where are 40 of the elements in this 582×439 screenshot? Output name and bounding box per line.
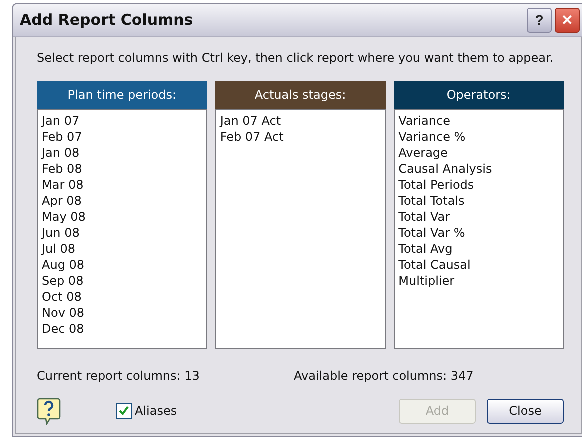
list-item[interactable]: Multiplier: [398, 273, 559, 289]
list-item[interactable]: Apr 08: [42, 193, 202, 209]
list-header: Operators:: [394, 81, 564, 109]
list-item[interactable]: Feb 08: [42, 161, 202, 177]
list-item[interactable]: Nov 08: [42, 305, 202, 321]
list-item[interactable]: May 08: [42, 209, 202, 225]
list-item[interactable]: Oct 08: [42, 289, 202, 305]
close-dialog-button[interactable]: Close: [487, 398, 564, 424]
list-header: Plan time periods:: [37, 81, 208, 109]
list-item[interactable]: Average: [398, 145, 559, 161]
available-columns-count: Available report columns: 347: [294, 369, 474, 383]
list-item[interactable]: Jan 08: [42, 145, 202, 161]
help-button[interactable]: ?: [527, 8, 552, 32]
list-item[interactable]: Mar 08: [42, 177, 202, 193]
list-item[interactable]: Feb 07 Act: [220, 129, 381, 145]
list-item[interactable]: Causal Analysis: [398, 161, 559, 177]
help-icon[interactable]: [37, 397, 61, 425]
check-icon: [118, 405, 130, 417]
list-item[interactable]: Total Totals: [398, 193, 559, 209]
aliases-checkbox[interactable]: Aliases: [116, 403, 178, 419]
list-item[interactable]: Total Var %: [398, 225, 559, 241]
list-item[interactable]: Jan 07 Act: [220, 113, 381, 129]
list-item[interactable]: Jan 07: [42, 113, 202, 129]
list-item[interactable]: Jul 08: [42, 241, 202, 257]
instruction-text: Select report columns with Ctrl key, then click report where you want them to appear.: [37, 51, 555, 65]
list-item[interactable]: Total Avg: [398, 241, 559, 257]
list-item[interactable]: Aug 08: [42, 257, 202, 273]
list-item[interactable]: Total Var: [398, 209, 559, 225]
list-item[interactable]: Total Causal: [398, 257, 559, 273]
list-item[interactable]: Variance %: [398, 129, 559, 145]
list-item[interactable]: Variance: [398, 113, 559, 129]
window-title: Add Report Columns: [20, 11, 194, 29]
list-item[interactable]: Total Periods: [398, 177, 559, 193]
list-item[interactable]: Feb 07: [42, 129, 202, 145]
list-item[interactable]: Dec 08: [42, 321, 202, 337]
list-item[interactable]: Jun 08: [42, 225, 202, 241]
current-columns-count: Current report columns: 13: [37, 369, 201, 383]
list-header: Actuals stages:: [215, 81, 386, 109]
list-item[interactable]: Sep 08: [42, 273, 202, 289]
close-button[interactable]: ✕: [555, 8, 580, 32]
